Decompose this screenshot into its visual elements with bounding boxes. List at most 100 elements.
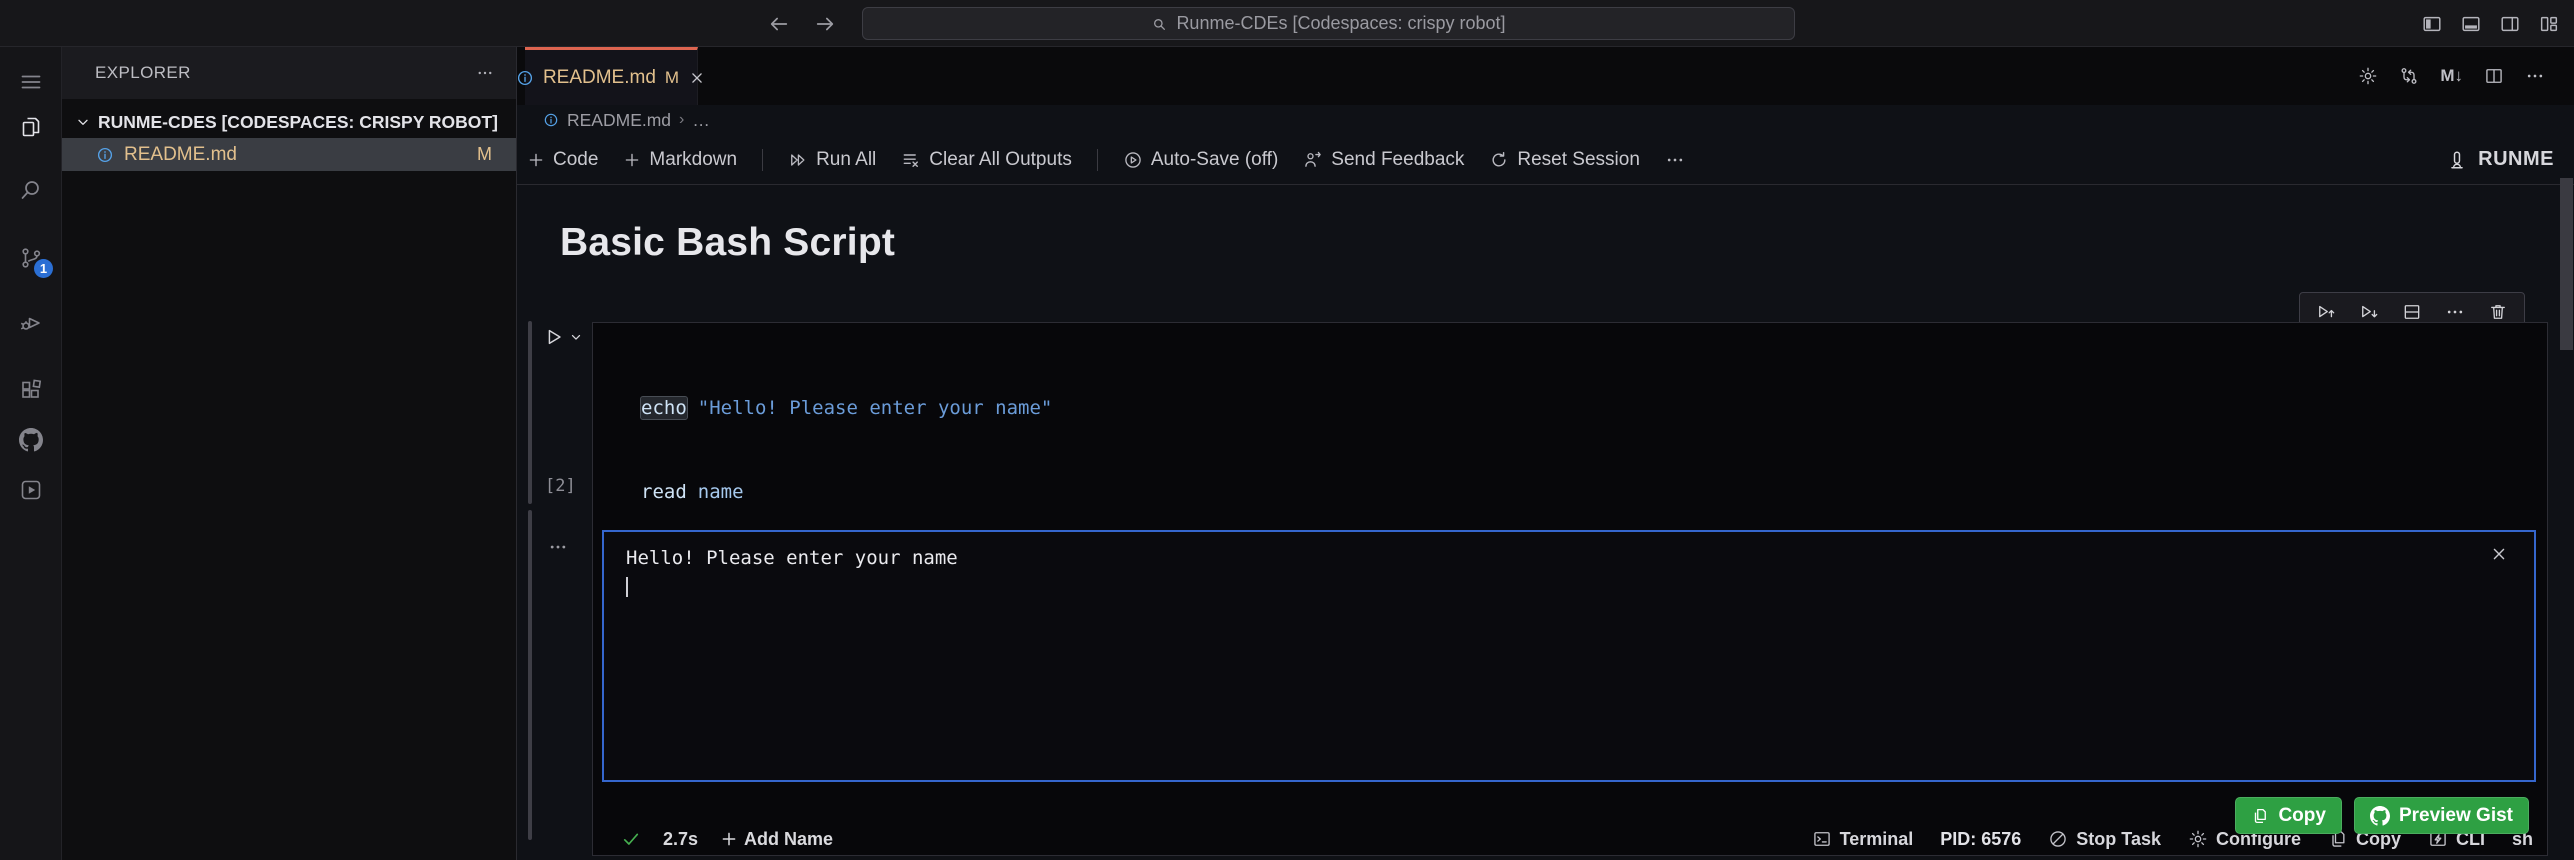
close-icon[interactable]: [688, 69, 706, 87]
run-all-button[interactable]: Run All: [788, 149, 876, 171]
sidebar-item-explorer[interactable]: [0, 105, 61, 149]
history-nav: [768, 0, 836, 47]
sidebar-more-actions-icon[interactable]: [476, 64, 494, 82]
menu-button[interactable]: [0, 60, 61, 104]
sidebar-item-runme[interactable]: [0, 468, 61, 512]
send-feedback-label: Send Feedback: [1331, 148, 1465, 170]
chevron-down-icon[interactable]: [569, 330, 583, 344]
code-line: echo "Hello! Please enter your name": [640, 394, 2547, 422]
session-compare-icon[interactable]: [2399, 66, 2419, 86]
add-markdown-cell-button[interactable]: Markdown: [623, 149, 737, 171]
reset-session-button[interactable]: Reset Session: [1489, 149, 1640, 171]
layout-controls: [2421, 0, 2560, 47]
output-menu-icon[interactable]: [548, 537, 568, 557]
sidebar-item-github[interactable]: [0, 418, 61, 462]
modified-badge: M: [477, 144, 492, 164]
add-code-cell-button[interactable]: Code: [527, 149, 598, 171]
stop-task-button[interactable]: Stop Task: [2048, 829, 2161, 850]
terminal-button[interactable]: Terminal: [1812, 828, 1914, 850]
markdown-heading: Basic Bash Script: [560, 221, 896, 264]
workspace-section-header[interactable]: RUNME-CDES [CODESPACES: CRISPY ROBOT]: [62, 106, 516, 138]
runme-brand-label: RUNME: [2478, 148, 2554, 170]
run-cell-button[interactable]: [543, 326, 583, 348]
execution-duration: 2.7s: [663, 828, 699, 849]
search-text: Runme-CDEs [Codespaces: crispy robot]: [1176, 13, 1506, 33]
runme-logo-icon: [2446, 149, 2468, 171]
extensions-icon: [19, 378, 43, 402]
output-line: Hello! Please enter your name: [626, 547, 958, 569]
explorer-files-icon: [19, 115, 43, 139]
run-all-label: Run All: [816, 148, 877, 170]
tab-strip: README.md M M↓: [517, 47, 2574, 105]
close-output-icon[interactable]: [2489, 544, 2509, 564]
auto-save-toggle[interactable]: Auto-Save (off): [1123, 149, 1278, 171]
execute-above-icon[interactable]: [2316, 302, 2336, 322]
workbench: 1 EXPLORER RUNME-CDES [CODESPACES: CRISP…: [0, 47, 2574, 860]
play-icon: [543, 326, 565, 348]
info-file-icon: [96, 146, 114, 164]
copy-icon: [2251, 807, 2269, 825]
terminal-output[interactable]: Hello! Please enter your name: [602, 530, 2536, 782]
cell-more-icon[interactable]: [2445, 302, 2465, 322]
editor-scrollbar[interactable]: [2560, 178, 2573, 350]
clear-outputs-icon: [901, 150, 921, 170]
sidebar-item-extensions[interactable]: [0, 368, 61, 412]
terminal-cursor: [626, 577, 628, 597]
terminal-label: Terminal: [1839, 828, 1914, 849]
code-token-arg: name: [697, 481, 744, 503]
breadcrumb-separator-icon: ›: [679, 111, 685, 128]
run-all-icon: [788, 150, 808, 170]
open-markdown-icon[interactable]: M↓: [2440, 66, 2463, 86]
forward-arrow-icon[interactable]: [814, 13, 836, 35]
gear-icon[interactable]: [2358, 66, 2378, 86]
plus-icon: [720, 830, 738, 848]
plus-icon: [527, 151, 545, 169]
clear-all-outputs-button[interactable]: Clear All Outputs: [901, 149, 1072, 171]
command-center-search[interactable]: Runme-CDEs [Codespaces: crispy robot]: [862, 7, 1795, 40]
output-actions: Copy Preview Gist: [2235, 797, 2529, 834]
toolbar-divider: [1096, 148, 1098, 171]
toolbar-more-icon[interactable]: [1665, 150, 1685, 170]
split-cell-icon[interactable]: [2402, 302, 2422, 322]
add-name-button[interactable]: Add Name: [720, 829, 833, 850]
toggle-sidebar-icon[interactable]: [2421, 13, 2443, 35]
success-check-icon: [621, 829, 641, 849]
breadcrumb-file[interactable]: README.md: [567, 110, 671, 131]
sidebar-item-source-control[interactable]: 1: [0, 236, 61, 280]
cell-focus-indicator[interactable]: [528, 321, 532, 504]
search-icon: [1151, 16, 1167, 32]
tab-readme[interactable]: README.md M: [517, 47, 702, 105]
chevron-down-icon: [75, 114, 91, 130]
split-editor-icon[interactable]: [2484, 66, 2504, 86]
sidebar-item-run-debug[interactable]: [0, 301, 61, 345]
clear-all-outputs-label: Clear All Outputs: [929, 148, 1072, 170]
copy-output-button[interactable]: Copy: [2235, 797, 2342, 834]
file-name: README.md: [124, 143, 237, 165]
code-token-read: read: [641, 481, 687, 503]
stop-circle-icon: [2048, 829, 2068, 849]
search-magnifier-icon: [19, 178, 43, 202]
terminal-icon: [1812, 829, 1832, 849]
file-row-readme[interactable]: README.md M: [62, 138, 516, 171]
output-focus-indicator[interactable]: [528, 510, 532, 840]
more-actions-icon[interactable]: [2525, 66, 2545, 86]
preview-gist-button[interactable]: Preview Gist: [2353, 797, 2529, 834]
delete-cell-icon[interactable]: [2488, 302, 2508, 322]
send-feedback-button[interactable]: Send Feedback: [1303, 149, 1464, 171]
info-file-icon: [516, 69, 534, 87]
execution-count: [2]: [545, 476, 576, 496]
customize-layout-icon[interactable]: [2538, 13, 2560, 35]
execute-below-icon[interactable]: [2359, 302, 2379, 322]
toggle-secondary-sidebar-icon[interactable]: [2499, 13, 2521, 35]
breadcrumb-more[interactable]: …: [692, 110, 710, 131]
reset-session-label: Reset Session: [1517, 148, 1640, 170]
workspace-section-label: RUNME-CDES [CODESPACES: CRISPY ROBOT]: [98, 111, 498, 132]
sidebar-item-search[interactable]: [0, 168, 61, 212]
plus-icon: [623, 151, 641, 169]
back-arrow-icon[interactable]: [768, 13, 790, 35]
editor-actions: M↓: [2358, 47, 2574, 105]
info-file-icon: [543, 112, 559, 128]
toggle-panel-icon[interactable]: [2460, 13, 2482, 35]
gear-icon: [2188, 829, 2208, 849]
terminal-output-text: Hello! Please enter your name: [604, 532, 2534, 600]
